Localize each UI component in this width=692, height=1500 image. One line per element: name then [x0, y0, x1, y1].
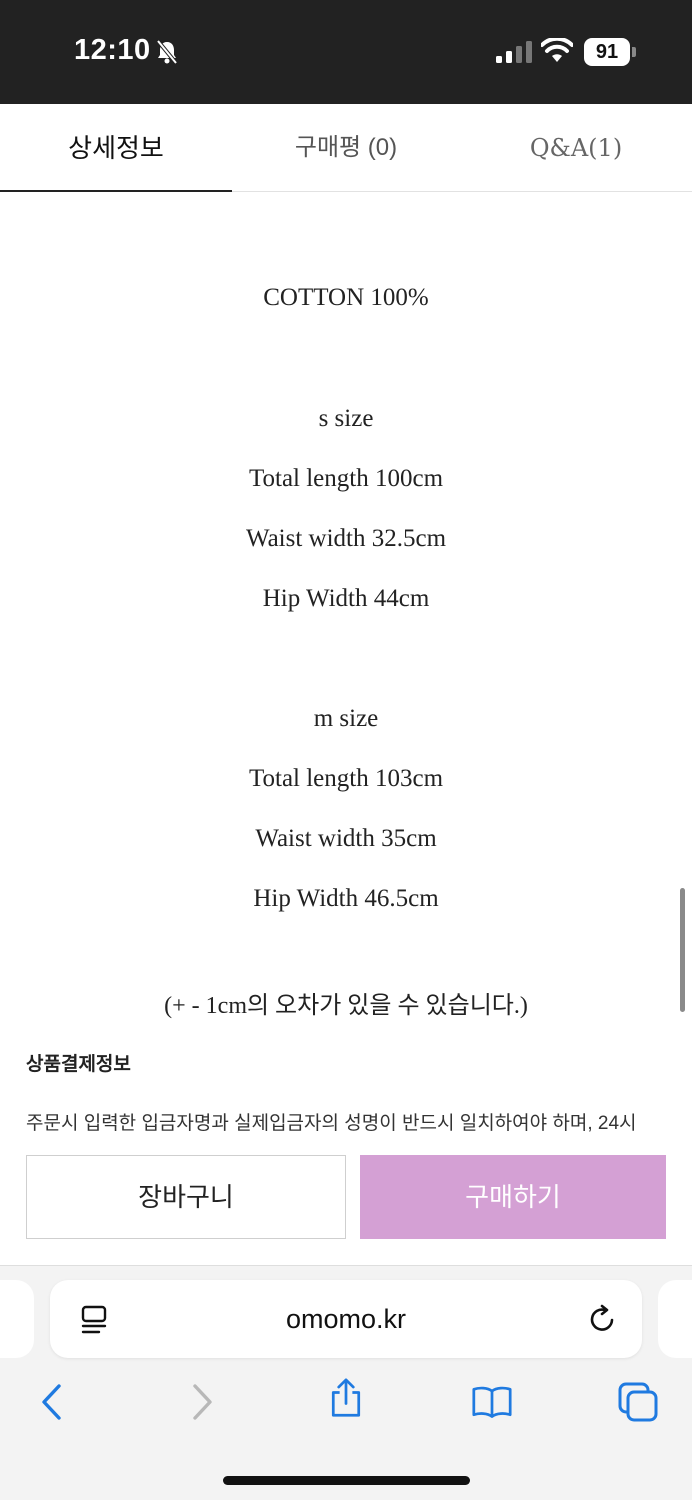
buy-now-button[interactable]: 구매하기 — [360, 1155, 666, 1239]
size-s-hip-width: Hip Width 44cm — [262, 585, 430, 612]
size-title-m: m size — [313, 705, 379, 732]
home-indicator — [223, 1476, 470, 1485]
bell-muted-icon — [156, 40, 178, 64]
size-title-s: s size — [318, 405, 374, 432]
size-m-waist-width: Waist width 35cm — [255, 825, 437, 852]
signal-icon — [496, 41, 532, 63]
url-text[interactable]: omomo.kr — [50, 1280, 642, 1358]
status-bar: 12:10 91 — [0, 0, 692, 104]
back-icon[interactable] — [32, 1382, 72, 1422]
reload-icon[interactable] — [588, 1304, 618, 1334]
browser-toolbar: omomo.kr — [0, 1265, 692, 1500]
address-bar[interactable]: omomo.kr — [50, 1280, 642, 1358]
purchase-action-bar: 장바구니 구매하기 — [0, 1137, 692, 1265]
product-tabs: 상세정보 구매평 (0) Q&A(1) — [0, 104, 692, 192]
page-scrollbar[interactable] — [680, 888, 685, 1012]
tolerance-note: (+ - 1cm의 오차가 있을 수 있습니다.) — [164, 993, 528, 1019]
product-detail-content: COTTON 100% s size Total length 100cm Wa… — [0, 192, 692, 1137]
tab-details[interactable]: 상세정보 — [0, 104, 232, 192]
size-m-hip-width: Hip Width 46.5cm — [253, 885, 439, 912]
material-text: COTTON 100% — [263, 284, 429, 311]
bookmarks-icon[interactable] — [472, 1382, 512, 1422]
payment-info-title: 상품결제정보 — [26, 1054, 131, 1075]
size-s-total-length: Total length 100cm — [248, 465, 444, 492]
battery-level: 91 — [584, 38, 630, 66]
status-time: 12:10 — [74, 34, 151, 66]
size-s-waist-width: Waist width 32.5cm — [245, 525, 447, 552]
share-icon[interactable] — [326, 1378, 366, 1418]
size-m-total-length: Total length 103cm — [248, 765, 444, 792]
tabs-icon[interactable] — [618, 1382, 658, 1422]
battery-icon: 91 — [584, 38, 636, 66]
tab-reviews[interactable]: 구매평 (0) — [232, 104, 460, 192]
previous-tab-preview[interactable] — [0, 1280, 34, 1358]
tab-qna[interactable]: Q&A(1) — [460, 104, 692, 192]
next-tab-preview[interactable] — [658, 1280, 692, 1358]
payment-info-text: 주문시 입력한 입금자명과 실제입금자의 성명이 반드시 일치하여야 하며, 2… — [26, 1113, 637, 1134]
wifi-icon — [541, 38, 573, 62]
forward-icon[interactable] — [182, 1382, 222, 1422]
add-to-cart-button[interactable]: 장바구니 — [26, 1155, 346, 1239]
